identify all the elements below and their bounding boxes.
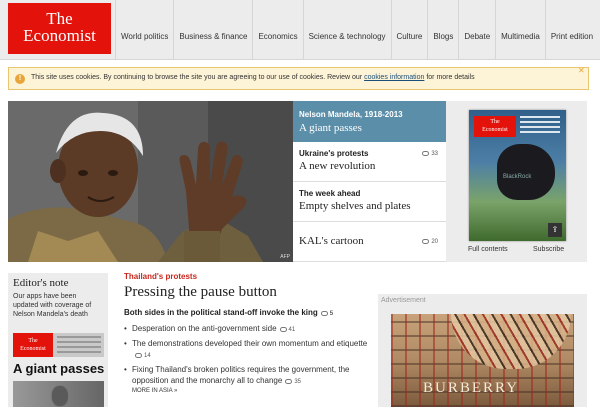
related-link[interactable]: Fixing Thailand's broken politics requir… <box>124 364 372 388</box>
cookie-text-before: This site uses cookies. By continuing to… <box>31 74 365 81</box>
related-link-text: Desperation on the anti-government side <box>132 324 277 333</box>
editors-note-body: Our apps have been updated with coverage… <box>13 293 92 318</box>
related-link[interactable]: The demonstrations developed their own m… <box>124 338 372 362</box>
economist-logo[interactable]: The Economist <box>8 3 111 54</box>
logo-line-2: Economist <box>23 26 96 45</box>
cookie-notice: ! This site uses cookies. By continuing … <box>8 67 589 90</box>
story-item[interactable]: The week ahead Empty shelves and plates <box>293 182 446 222</box>
comment-icon <box>135 352 142 358</box>
cover-logo-line-1: The <box>490 119 500 125</box>
related-links: Desperation on the anti-government side 4… <box>124 323 372 388</box>
mandela-photo-illustration <box>8 101 293 262</box>
nav-business-finance[interactable]: Business & finance <box>173 0 252 60</box>
comment-count-value: 35 <box>294 379 302 385</box>
comment-icon <box>422 151 430 156</box>
article-rubric[interactable]: Thailand's protests <box>124 272 372 281</box>
nav-print-edition[interactable]: Print edition <box>544 0 598 60</box>
related-link-text: The demonstrations developed their own m… <box>132 339 368 348</box>
comment-count[interactable]: 14 <box>135 352 151 359</box>
lead-article: Thailand's protests Pressing the pause b… <box>124 272 372 407</box>
comment-count-value: 41 <box>288 327 296 333</box>
cookies-information-link[interactable]: cookies information <box>364 74 424 81</box>
hero-photo[interactable]: AFP <box>8 101 293 262</box>
mini-cover-lines <box>57 336 101 356</box>
share-icon[interactable]: ⇪ <box>548 223 562 237</box>
cookie-text: This site uses cookies. By continuing to… <box>31 74 475 81</box>
cover-rock-image <box>497 144 555 200</box>
advertisement-banner[interactable]: BURBERRY <box>391 314 574 407</box>
story-rubric: The week ahead <box>299 189 361 198</box>
magazine-cover[interactable]: The Economist BlackRock ⇪ <box>469 110 566 241</box>
top-story-rubric: Nelson Mandela, 1918-2013 <box>299 110 403 119</box>
app-promo-headline: A giant passes <box>13 361 105 376</box>
comment-count-value: 33 <box>431 151 438 158</box>
cookie-text-after: for more details <box>424 74 475 81</box>
umbrella-image <box>451 314 571 369</box>
comment-icon <box>279 326 287 332</box>
comment-icon <box>285 378 293 384</box>
page: The Economist World politics Business & … <box>0 0 600 407</box>
advertisement-block: Advertisement BURBERRY <box>378 294 587 407</box>
comment-count[interactable]: 20 <box>422 239 438 245</box>
cover-rock-label: BlackRock <box>503 174 532 180</box>
site-header: The Economist World politics Business & … <box>0 0 600 60</box>
comment-icon <box>320 310 328 316</box>
comment-icon <box>422 239 430 244</box>
story-headline: A new revolution <box>299 160 376 172</box>
article-subtitle-text: Both sides in the political stand-off in… <box>124 308 318 317</box>
info-icon: ! <box>15 74 25 84</box>
advertisement-label: Advertisement <box>381 297 426 304</box>
cover-logo-line-2: Economist <box>482 127 508 133</box>
nav-blogs[interactable]: Blogs <box>427 0 458 60</box>
app-promo-cover: The Economist <box>13 333 104 357</box>
story-item[interactable]: Ukraine's protests A new revolution 33 <box>293 142 446 182</box>
subscribe-link[interactable]: Subscribe <box>533 246 564 253</box>
nav-multimedia[interactable]: Multimedia <box>495 0 545 60</box>
top-story-headline: A giant passes <box>299 122 362 134</box>
full-contents-link[interactable]: Full contents <box>468 246 508 253</box>
comment-count[interactable]: 33 <box>422 151 438 157</box>
mini-logo-line-1: The <box>28 338 38 344</box>
story-item[interactable]: KAL's cartoon 20 <box>293 222 446 262</box>
article-title[interactable]: Pressing the pause button <box>124 284 372 301</box>
mini-logo: The Economist <box>13 333 53 357</box>
story-rubric: Ukraine's protests <box>299 149 369 158</box>
cover-headlines <box>520 116 560 137</box>
nav-economics[interactable]: Economics <box>252 0 302 60</box>
story-headline: KAL's cartoon <box>299 235 364 247</box>
print-edition-block: The Economist BlackRock ⇪ Full contents … <box>446 101 587 262</box>
top-stories-panel: Nelson Mandela, 1918-2013 A giant passes… <box>293 101 446 262</box>
related-link-text: Fixing Thailand's broken politics requir… <box>132 365 350 385</box>
editors-note[interactable]: Editor's note Our apps have been updated… <box>8 273 108 407</box>
related-link[interactable]: Desperation on the anti-government side 4… <box>124 323 372 336</box>
comment-count[interactable]: 35 <box>285 378 302 385</box>
nav-culture[interactable]: Culture <box>390 0 428 60</box>
nav-world-politics[interactable]: World politics <box>115 0 173 60</box>
editors-note-title: Editor's note <box>13 277 69 289</box>
nav-science-technology[interactable]: Science & technology <box>302 0 391 60</box>
main-nav: World politics Business & finance Econom… <box>115 0 598 60</box>
cover-logo: The Economist <box>474 116 516 137</box>
logo-line-1: The <box>46 9 73 28</box>
comment-count-value: 20 <box>431 239 438 246</box>
top-story[interactable]: Nelson Mandela, 1918-2013 A giant passes <box>293 101 446 142</box>
mini-logo-line-2: Economist <box>20 346 46 352</box>
comment-count[interactable]: 5 <box>320 310 334 317</box>
nav-debate[interactable]: Debate <box>458 0 495 60</box>
photo-credit: AFP <box>280 254 290 260</box>
close-icon[interactable]: ✕ <box>578 67 586 75</box>
story-headline: Empty shelves and plates <box>299 200 411 212</box>
more-in-asia-link[interactable]: MORE IN ASIA » <box>132 388 177 394</box>
comment-count[interactable]: 41 <box>279 326 296 333</box>
ad-brand: BURBERRY <box>423 380 520 396</box>
comment-count-value: 14 <box>144 353 151 359</box>
app-promo-photo <box>13 381 104 407</box>
comment-count-value: 5 <box>329 311 334 317</box>
article-subtitle[interactable]: Both sides in the political stand-off in… <box>124 308 372 317</box>
